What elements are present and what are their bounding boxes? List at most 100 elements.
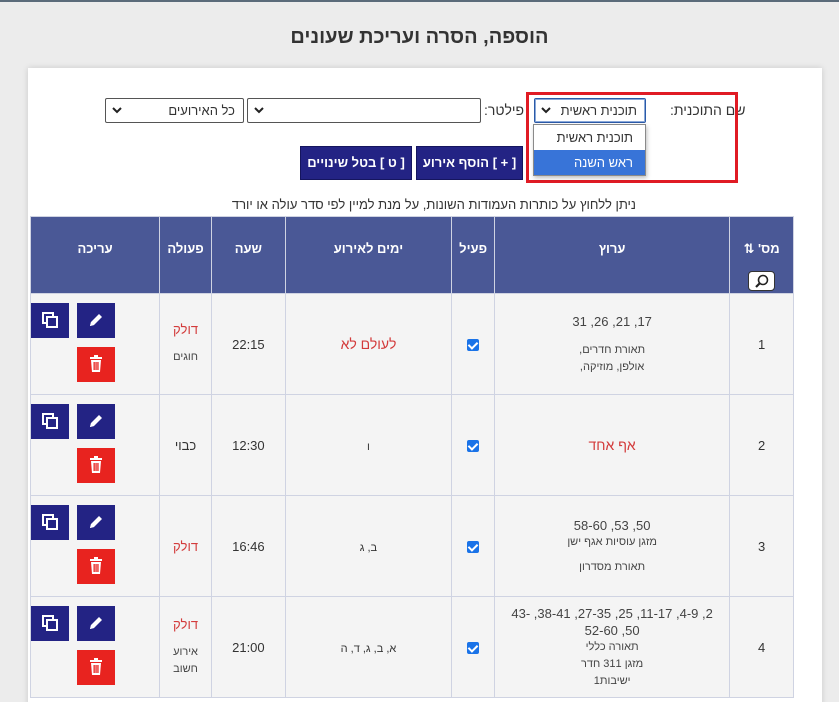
- edit-cell: [29, 495, 161, 597]
- edit-button[interactable]: [77, 505, 116, 540]
- trash-icon: [90, 658, 103, 675]
- col-header-action[interactable]: פעולה: [159, 216, 212, 294]
- copy-icon: [42, 615, 59, 631]
- events-select-value: כל האירועים: [168, 103, 235, 118]
- area-description: [503, 551, 721, 559]
- action-value: דולק: [173, 538, 199, 554]
- col-header-time[interactable]: שעה: [210, 216, 286, 294]
- table-row: 3 50, 53, 58-60 מזגן עוסיות אגף ישן תאורת מ…: [29, 495, 794, 597]
- time-cell: 21:00: [210, 596, 286, 698]
- days-value: ו: [367, 440, 370, 453]
- col-header-days[interactable]: ימים לאירוע: [284, 216, 453, 294]
- action-cell: דולק חוגים: [159, 293, 212, 395]
- copy-button[interactable]: [31, 404, 70, 439]
- active-checkbox[interactable]: [467, 642, 480, 655]
- area-cell: 2, 4-9, 11-17, 25, 27-35, 38-41, 43-50, …: [494, 596, 731, 698]
- events-select[interactable]: כל האירועים: [105, 98, 244, 123]
- area-none: אף אחד: [588, 436, 636, 453]
- col-header-area[interactable]: ערוץ: [494, 216, 731, 294]
- pencil-icon: [90, 617, 103, 629]
- area-channels: 2, 4-9, 11-17, 25, 27-35, 38-41, 43-50, …: [511, 605, 713, 638]
- main-panel: שם התוכנית: תוכנית ראשית פילטר: כל האירו…: [28, 68, 822, 702]
- days-cell: לעולם לא: [284, 293, 453, 395]
- chevron-down-icon: [254, 107, 264, 114]
- program-option[interactable]: תוכנית ראשית: [534, 125, 645, 150]
- active-cell: [451, 293, 496, 395]
- chevron-down-icon: [112, 107, 122, 114]
- active-cell: [451, 394, 496, 496]
- magnifier-icon: [755, 274, 769, 288]
- table-row: 1 17, 21, 26, 31 תאורת חדרים, אולפן, מוזיקה…: [29, 293, 794, 395]
- col-header-num[interactable]: מס' ⇅: [729, 216, 794, 294]
- row-number: 3: [729, 495, 794, 597]
- col-header-edit: עריכה: [29, 216, 161, 294]
- program-option-selected[interactable]: ראש השנה: [534, 150, 645, 175]
- copy-icon: [42, 514, 59, 530]
- pencil-icon: [90, 415, 103, 427]
- trash-icon: [90, 557, 103, 574]
- area-description: אולפן, מוזיקה,: [579, 360, 645, 373]
- active-checkbox[interactable]: [467, 440, 480, 453]
- active-cell: [451, 495, 496, 597]
- search-button[interactable]: [748, 271, 776, 291]
- delete-button[interactable]: [77, 549, 116, 584]
- copy-icon: [42, 312, 59, 328]
- copy-button[interactable]: [31, 606, 70, 641]
- area-description: תאורת חדרים,: [579, 343, 646, 356]
- row-number: 1: [729, 293, 794, 395]
- table-row: 2 אף אחד ו 12:30 כבוי: [29, 394, 794, 496]
- copy-button[interactable]: [31, 505, 70, 540]
- area-cell: 50, 53, 58-60 מזגן עוסיות אגף ישן תאורת מס…: [494, 495, 731, 597]
- add-event-button[interactable]: [ + ] הוסף אירוע: [416, 146, 523, 180]
- action-value: דולק: [173, 616, 199, 632]
- active-checkbox[interactable]: [467, 541, 480, 554]
- days-cell: א, ב, ג, ד, ה: [284, 596, 453, 698]
- delete-button[interactable]: [77, 448, 116, 483]
- area-cell: אף אחד: [494, 394, 731, 496]
- action-cell: דולק: [159, 495, 212, 597]
- time-cell: 22:15: [210, 293, 286, 395]
- copy-button[interactable]: [31, 303, 70, 338]
- days-value: ב, ג: [359, 541, 378, 554]
- events-table: מס' ⇅ ערוץ פעיל ימים לאירוע שעה פעולה ער…: [29, 216, 794, 698]
- table-row: 4 2, 4-9, 11-17, 25, 27-35, 38-41, 43-50,…: [29, 596, 794, 698]
- action-note: חוגים: [173, 351, 198, 363]
- cancel-changes-button[interactable]: [ ט ] בטל שינויים: [300, 146, 412, 180]
- pencil-icon: [90, 314, 103, 326]
- days-value: לעולם לא: [340, 336, 397, 352]
- time-cell: 16:46: [210, 495, 286, 597]
- area-description: תאורה כללי: [585, 640, 639, 653]
- sort-hint: ניתן ללחוץ על כותרות העמודות השונות, על …: [231, 197, 636, 212]
- days-cell: ב, ג: [284, 495, 453, 597]
- active-checkbox[interactable]: [467, 339, 480, 352]
- pencil-icon: [90, 516, 103, 528]
- row-number: 2: [729, 394, 794, 496]
- days-cell: ו: [284, 394, 453, 496]
- action-value: דולק: [173, 322, 199, 337]
- action-value: כבוי: [174, 437, 197, 453]
- top-border: [0, 0, 839, 2]
- action-cell: דולק אירוע חשוב: [159, 596, 212, 698]
- action-cell: כבוי: [159, 394, 212, 496]
- delete-button[interactable]: [77, 347, 116, 382]
- edit-cell: [29, 394, 161, 496]
- area-cell: 17, 21, 26, 31 תאורת חדרים, אולפן, מוזיקה,: [494, 293, 731, 395]
- trash-icon: [90, 355, 103, 372]
- filter-select[interactable]: [247, 98, 481, 123]
- edit-button[interactable]: [77, 606, 116, 641]
- trash-icon: [90, 456, 103, 473]
- time-cell: 12:30: [210, 394, 286, 496]
- area-description: מזגן 311 חדר: [581, 657, 644, 670]
- action-note: אירוע חשוב: [173, 645, 198, 675]
- filter-label: פילטר:: [484, 102, 525, 118]
- program-dropdown-list: תוכנית ראשית ראש השנה: [533, 124, 646, 176]
- edit-button[interactable]: [77, 303, 116, 338]
- sort-icon: ⇅: [743, 241, 755, 256]
- area-description: ישיבות1: [593, 674, 631, 687]
- active-cell: [451, 596, 496, 698]
- col-header-active[interactable]: פעיל: [451, 216, 496, 294]
- area-description: תאורת מסדרון: [579, 560, 646, 573]
- edit-cell: [29, 596, 161, 698]
- edit-button[interactable]: [77, 404, 116, 439]
- delete-button[interactable]: [77, 650, 116, 685]
